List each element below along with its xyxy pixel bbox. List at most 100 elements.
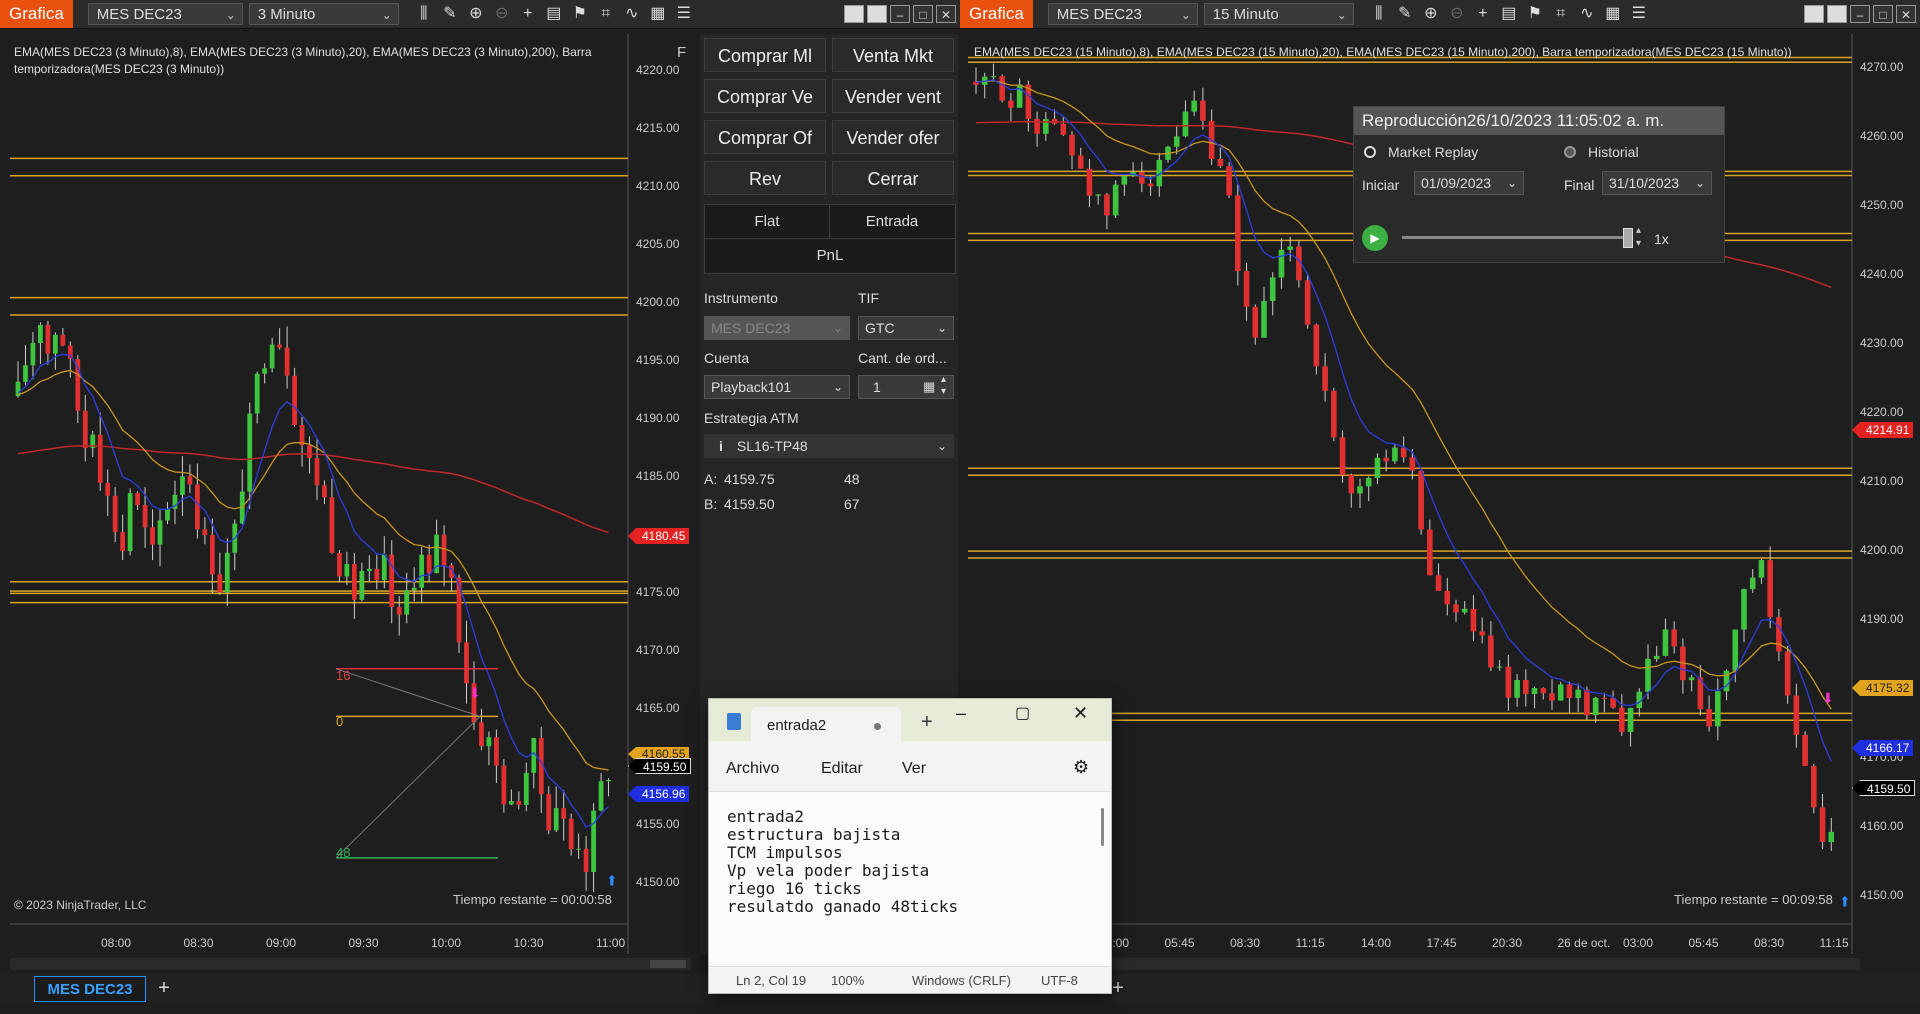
buy-market-button[interactable]: Comprar Ml bbox=[704, 38, 826, 72]
notepad-menu-file[interactable]: Archivo bbox=[726, 760, 779, 778]
info-icon[interactable]: i bbox=[719, 438, 723, 454]
chart-tab[interactable]: MES DEC23 bbox=[34, 976, 146, 1002]
speed-slider-track[interactable] bbox=[1402, 236, 1632, 239]
draw-tool-icon[interactable]: ✎ bbox=[1392, 3, 1418, 25]
close-icon[interactable]: ✕ bbox=[1073, 703, 1088, 724]
start-date-picker[interactable]: 01/09/2023 ⌄ bbox=[1414, 171, 1524, 195]
candle-body bbox=[553, 808, 559, 831]
copyright-text: © 2023 NinjaTrader, LLC bbox=[14, 898, 147, 912]
history-radio[interactable] bbox=[1564, 146, 1576, 158]
tile-alt-icon[interactable] bbox=[867, 5, 887, 23]
indicators-icon[interactable]: ⌗ bbox=[593, 3, 619, 25]
price-tick-label: 4160.00 bbox=[1860, 819, 1904, 834]
price-tick-label: 4185.00 bbox=[636, 469, 680, 484]
sell-market-button[interactable]: Venta Mkt bbox=[832, 38, 954, 72]
scrollbar-thumb[interactable] bbox=[650, 960, 686, 968]
properties-icon[interactable]: ⚑ bbox=[567, 3, 593, 25]
zoom-out-icon[interactable]: ⊖ bbox=[489, 3, 515, 25]
chevron-down-icon: ⌄ bbox=[381, 8, 392, 22]
data-box-icon[interactable]: ▤ bbox=[541, 3, 567, 25]
status-position: Ln 2, Col 19 bbox=[736, 973, 807, 988]
instrument-field[interactable]: MES DEC23 ⌄ bbox=[704, 316, 850, 340]
zoom-out-icon[interactable]: ⊖ bbox=[1444, 3, 1470, 25]
order-list-icon[interactable]: ☰ bbox=[1626, 3, 1652, 25]
notepad-text-area[interactable]: entrada2 estructura bajista TCM impulsos… bbox=[709, 791, 1111, 967]
indicators-icon[interactable]: ⌗ bbox=[1548, 3, 1574, 25]
sell-bid-button[interactable]: Vender vent bbox=[832, 79, 954, 113]
speed-stepper-icon[interactable]: ▴ ▾ bbox=[1636, 224, 1641, 250]
interval-selector[interactable]: 3 Minuto ⌄ bbox=[248, 3, 399, 25]
properties-icon[interactable]: ⚑ bbox=[1522, 3, 1548, 25]
notepad-menu-view[interactable]: Ver bbox=[902, 760, 926, 778]
new-tab-button[interactable]: + bbox=[921, 711, 933, 734]
sell-offer-button[interactable]: Vender ofer bbox=[832, 120, 954, 154]
quantity-stepper[interactable]: 1 ▦ ▴ ▾ bbox=[858, 374, 954, 399]
candle-body bbox=[180, 476, 185, 495]
minimize-icon[interactable]: – bbox=[1850, 5, 1870, 23]
notepad-menu-edit[interactable]: Editar bbox=[821, 760, 863, 778]
buy-offer-button[interactable]: Comprar Of bbox=[704, 120, 826, 154]
templates-icon[interactable]: ▦ bbox=[645, 3, 671, 25]
buy-bid-button[interactable]: Comprar Ve bbox=[704, 79, 826, 113]
account-select[interactable]: Playback101 ⌄ bbox=[704, 375, 850, 399]
close-icon[interactable]: ✕ bbox=[1896, 5, 1916, 23]
draw-tool-icon[interactable]: ✎ bbox=[437, 3, 463, 25]
left-horizontal-scrollbar[interactable] bbox=[10, 958, 690, 970]
notepad-tab[interactable]: entrada2 bbox=[751, 707, 901, 741]
close-icon[interactable]: ✕ bbox=[936, 5, 956, 23]
zoom-in-icon[interactable]: ⊕ bbox=[463, 3, 489, 25]
end-date-picker[interactable]: 31/10/2023 ⌄ bbox=[1602, 171, 1712, 195]
chevron-down-icon: ⌄ bbox=[225, 8, 236, 22]
stop-loss-label: 16 bbox=[336, 668, 351, 683]
bid-price: 4159.50 bbox=[724, 496, 775, 512]
quantity-value: 1 bbox=[873, 379, 881, 395]
candle-body bbox=[269, 344, 275, 369]
tile-icon[interactable] bbox=[1804, 5, 1824, 23]
candle-body bbox=[404, 590, 410, 615]
speed-slider-thumb[interactable] bbox=[1623, 228, 1634, 248]
crosshair-icon[interactable]: + bbox=[1470, 3, 1496, 25]
panel-toggle-label[interactable]: F bbox=[677, 44, 686, 61]
candle-body bbox=[1584, 689, 1590, 716]
crosshair-icon[interactable]: + bbox=[515, 3, 541, 25]
settings-gear-icon[interactable]: ⚙ bbox=[1073, 757, 1089, 778]
bar-type-icon[interactable]: ⫼ bbox=[1366, 3, 1392, 25]
tile-icon[interactable] bbox=[844, 5, 864, 23]
play-button[interactable]: ▶ bbox=[1362, 225, 1388, 251]
stepper-arrows-icon[interactable]: ▴ ▾ bbox=[941, 374, 946, 398]
reverse-button[interactable]: Rev bbox=[704, 161, 826, 195]
instrument-selector[interactable]: MES DEC23 ⌄ bbox=[87, 3, 243, 25]
strategy-icon[interactable]: ∿ bbox=[619, 3, 645, 25]
instrument-selector[interactable]: MES DEC23 ⌄ bbox=[1047, 3, 1198, 25]
candle-body bbox=[165, 509, 170, 521]
tile-alt-icon[interactable] bbox=[1827, 5, 1847, 23]
maximize-icon[interactable]: □ bbox=[913, 5, 933, 23]
right-horizontal-scrollbar[interactable] bbox=[1110, 958, 1860, 970]
atm-strategy-select[interactable]: i SL16-TP48 ⌄ bbox=[704, 434, 954, 458]
market-replay-radio[interactable] bbox=[1364, 146, 1376, 158]
maximize-icon[interactable]: ▢ bbox=[1015, 703, 1030, 723]
order-list-icon[interactable]: ☰ bbox=[671, 3, 697, 25]
chart-menu-button[interactable]: Grafica bbox=[960, 0, 1033, 28]
strategy-icon[interactable]: ∿ bbox=[1574, 3, 1600, 25]
candle-body bbox=[501, 765, 507, 805]
maximize-icon[interactable]: □ bbox=[1873, 5, 1893, 23]
close-position-button[interactable]: Cerrar bbox=[832, 161, 954, 195]
templates-icon[interactable]: ▦ bbox=[1600, 3, 1626, 25]
minimize-icon[interactable]: – bbox=[956, 703, 966, 724]
interval-value: 15 Minuto bbox=[1212, 6, 1279, 23]
chart-menu-button[interactable]: Grafica bbox=[0, 0, 73, 28]
interval-selector[interactable]: 15 Minuto ⌄ bbox=[1203, 3, 1354, 25]
price-tick-label: 4175.00 bbox=[636, 585, 680, 600]
candle-body bbox=[1278, 249, 1285, 278]
bar-type-icon[interactable]: ⫼ bbox=[411, 3, 437, 25]
vertical-scrollbar[interactable] bbox=[1101, 808, 1104, 846]
minimize-icon[interactable]: – bbox=[890, 5, 910, 23]
price-tick-label: 4155.00 bbox=[636, 817, 680, 832]
calculator-icon[interactable]: ▦ bbox=[923, 376, 935, 398]
tif-select[interactable]: GTC ⌄ bbox=[858, 316, 954, 340]
add-tab-button[interactable]: + bbox=[152, 976, 176, 1000]
data-box-icon[interactable]: ▤ bbox=[1496, 3, 1522, 25]
left-price-chart[interactable]: ⬇ ⬆ EMA(MES DEC23 (3 Minuto),8), EMA(MES … bbox=[0, 34, 700, 954]
zoom-in-icon[interactable]: ⊕ bbox=[1418, 3, 1444, 25]
